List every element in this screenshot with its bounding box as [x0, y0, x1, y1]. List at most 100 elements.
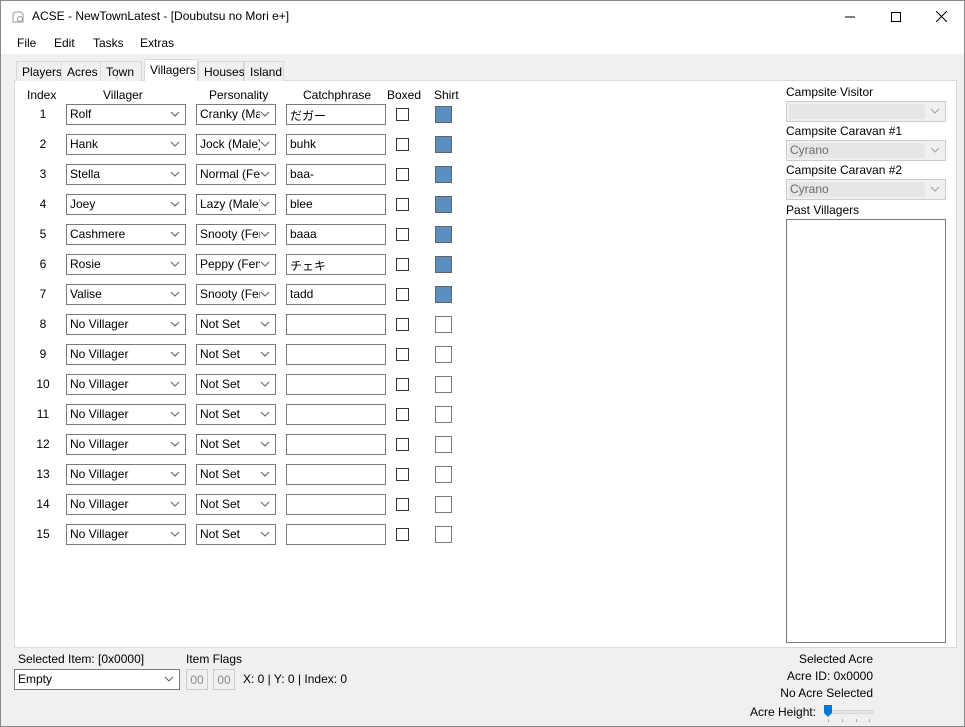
personality-select[interactable]: Not Set [196, 494, 276, 515]
menu-edit[interactable]: Edit [54, 36, 75, 50]
tab-town[interactable]: Town [100, 61, 142, 81]
caravan2-select[interactable]: Cyrano [786, 179, 946, 200]
catchphrase-input[interactable] [286, 374, 386, 395]
campsite-visitor-select[interactable] [786, 101, 946, 122]
personality-select[interactable]: Snooty (Female) [196, 284, 276, 305]
villager-select[interactable]: No Villager [66, 314, 186, 335]
shirt-swatch[interactable] [435, 436, 452, 453]
villager-select[interactable]: Valise [66, 284, 186, 305]
tab-houses[interactable]: Houses [198, 61, 245, 81]
boxed-checkbox[interactable] [396, 168, 409, 181]
past-villagers-list[interactable] [786, 219, 946, 643]
acre-height-slider[interactable] [824, 705, 832, 717]
personality-select[interactable]: Peppy (Female) [196, 254, 276, 275]
row-index: 5 [39, 227, 47, 241]
shirt-swatch[interactable] [435, 226, 452, 243]
minimize-button[interactable] [827, 1, 873, 32]
personality-select[interactable]: Cranky (Male) [196, 104, 276, 125]
boxed-checkbox[interactable] [396, 138, 409, 151]
villager-select[interactable]: Cashmere [66, 224, 186, 245]
villager-select[interactable]: Rosie [66, 254, 186, 275]
shirt-swatch[interactable] [435, 136, 452, 153]
villager-select[interactable]: No Villager [66, 374, 186, 395]
row-index: 15 [36, 527, 50, 541]
catchphrase-input[interactable]: baa- [286, 164, 386, 185]
shirt-swatch[interactable] [435, 316, 452, 333]
personality-select[interactable]: Not Set [196, 344, 276, 365]
personality-select[interactable]: Snooty (Female) [196, 224, 276, 245]
catchphrase-input[interactable]: buhk [286, 134, 386, 155]
personality-select[interactable]: Not Set [196, 434, 276, 455]
shirt-swatch[interactable] [435, 346, 452, 363]
boxed-checkbox[interactable] [396, 258, 409, 271]
tab-players[interactable]: Players [16, 61, 62, 81]
shirt-swatch[interactable] [435, 106, 452, 123]
boxed-checkbox[interactable] [396, 288, 409, 301]
shirt-swatch[interactable] [435, 196, 452, 213]
personality-select[interactable]: Not Set [196, 464, 276, 485]
menu-tasks[interactable]: Tasks [93, 36, 124, 50]
shirt-swatch[interactable] [435, 496, 452, 513]
maximize-button[interactable] [873, 1, 919, 32]
villager-select[interactable]: Hank [66, 134, 186, 155]
boxed-checkbox[interactable] [396, 228, 409, 241]
villager-select[interactable]: No Villager [66, 404, 186, 425]
villager-select[interactable]: Stella [66, 164, 186, 185]
close-button[interactable] [918, 1, 964, 32]
item-flag-1[interactable]: 00 [186, 669, 208, 690]
shirt-swatch[interactable] [435, 376, 452, 393]
tab-island[interactable]: Island [244, 61, 284, 81]
boxed-checkbox[interactable] [396, 438, 409, 451]
catchphrase-input[interactable] [286, 344, 386, 365]
selected-item-select[interactable]: Empty [14, 669, 180, 690]
tab-acres[interactable]: Acres [61, 61, 101, 81]
villager-select[interactable]: No Villager [66, 464, 186, 485]
item-flag-2[interactable]: 00 [213, 669, 235, 690]
tab-villagers[interactable]: Villagers [144, 59, 198, 81]
boxed-checkbox[interactable] [396, 318, 409, 331]
personality-select[interactable]: Normal (Female) [196, 164, 276, 185]
personality-select[interactable]: Jock (Male) [196, 134, 276, 155]
catchphrase-input[interactable]: だガー [286, 104, 386, 125]
villager-select[interactable]: No Villager [66, 344, 186, 365]
boxed-checkbox[interactable] [396, 408, 409, 421]
catchphrase-input[interactable] [286, 464, 386, 485]
boxed-checkbox[interactable] [396, 528, 409, 541]
catchphrase-input[interactable] [286, 404, 386, 425]
menu-extras[interactable]: Extras [140, 36, 174, 50]
shirt-swatch[interactable] [435, 256, 452, 273]
boxed-checkbox[interactable] [396, 108, 409, 121]
catchphrase-input[interactable]: tadd [286, 284, 386, 305]
personality-select[interactable]: Not Set [196, 404, 276, 425]
personality-select[interactable]: Not Set [196, 374, 276, 395]
shirt-swatch[interactable] [435, 166, 452, 183]
personality-select[interactable]: Lazy (Male) [196, 194, 276, 215]
villager-select[interactable]: No Villager [66, 494, 186, 515]
caravan1-select[interactable]: Cyrano [786, 140, 946, 161]
shirt-swatch[interactable] [435, 466, 452, 483]
shirt-swatch[interactable] [435, 286, 452, 303]
menu-file[interactable]: File [17, 36, 36, 50]
catchphrase-input[interactable] [286, 524, 386, 545]
personality-value: Not Set [200, 437, 241, 451]
personality-select[interactable]: Not Set [196, 524, 276, 545]
boxed-checkbox[interactable] [396, 378, 409, 391]
villager-select[interactable]: Rolf [66, 104, 186, 125]
catchphrase-input[interactable]: チェキ [286, 254, 386, 275]
header-index: Index [27, 88, 57, 102]
catchphrase-input[interactable] [286, 314, 386, 335]
catchphrase-input[interactable]: baaa [286, 224, 386, 245]
catchphrase-input[interactable] [286, 434, 386, 455]
shirt-swatch[interactable] [435, 406, 452, 423]
boxed-checkbox[interactable] [396, 468, 409, 481]
catchphrase-input[interactable] [286, 494, 386, 515]
personality-select[interactable]: Not Set [196, 314, 276, 335]
villager-select[interactable]: No Villager [66, 524, 186, 545]
boxed-checkbox[interactable] [396, 498, 409, 511]
boxed-checkbox[interactable] [396, 198, 409, 211]
villager-select[interactable]: Joey [66, 194, 186, 215]
shirt-swatch[interactable] [435, 526, 452, 543]
catchphrase-input[interactable]: blee [286, 194, 386, 215]
boxed-checkbox[interactable] [396, 348, 409, 361]
villager-select[interactable]: No Villager [66, 434, 186, 455]
